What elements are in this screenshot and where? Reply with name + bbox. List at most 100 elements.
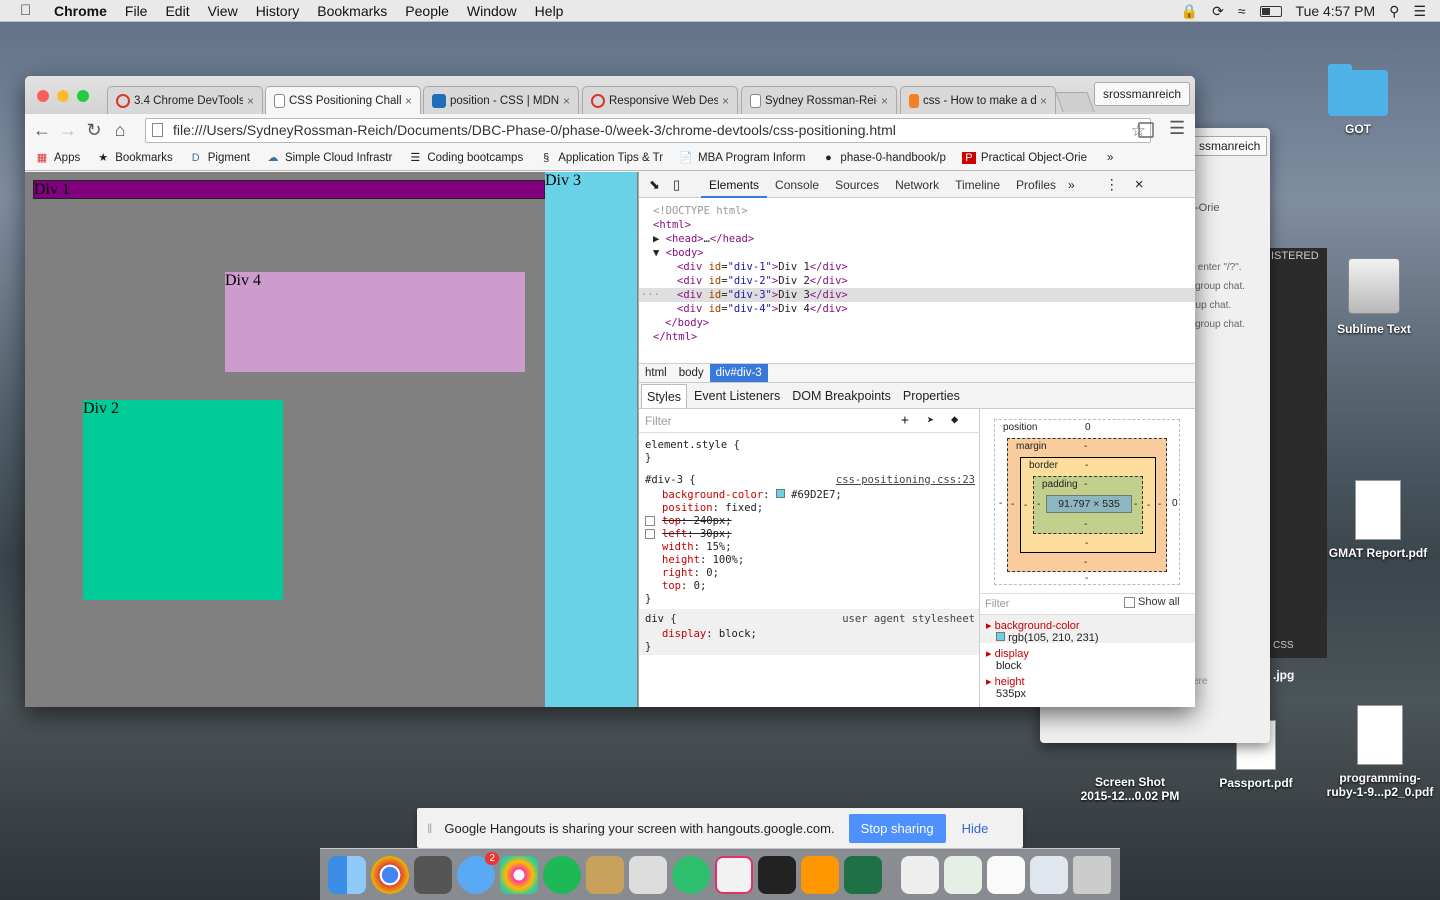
devtools-tab-elements[interactable]: Elements: [701, 172, 768, 198]
tab-dom-breakpoints[interactable]: DOM Breakpoints: [787, 384, 896, 408]
terminal-icon[interactable]: [758, 855, 796, 894]
clock[interactable]: Tue 4:57 PM: [1296, 3, 1376, 19]
box-model-padding[interactable]: padding - - - - 91.797 × 535: [1033, 476, 1143, 534]
devtools-tab-timeline[interactable]: Timeline: [947, 172, 1008, 198]
element-style-rule[interactable]: element.style {: [645, 439, 740, 452]
new-tab-button[interactable]: [1055, 92, 1095, 112]
close-window-button[interactable]: [37, 90, 49, 102]
decl-background-color[interactable]: background-color: #69D2E7;: [662, 489, 842, 502]
inspect-icon[interactable]: ⬊: [649, 177, 665, 193]
home-icon[interactable]: ⌂: [107, 120, 133, 141]
crumb-body[interactable]: body: [673, 364, 710, 382]
close-tab-icon[interactable]: ×: [1040, 94, 1047, 108]
close-tab-icon[interactable]: ×: [405, 94, 412, 108]
stop-sharing-button[interactable]: Stop sharing: [848, 813, 946, 843]
trash-icon[interactable]: [1073, 855, 1111, 894]
menu-window[interactable]: Window: [467, 3, 517, 19]
scrivener-icon[interactable]: [414, 855, 452, 894]
menu-edit[interactable]: Edit: [165, 3, 189, 19]
minimize-window-button[interactable]: [57, 90, 69, 102]
hide-button[interactable]: Hide: [962, 821, 989, 836]
close-tab-icon[interactable]: ×: [563, 94, 570, 108]
menu-file[interactable]: File: [125, 3, 148, 19]
add-rule-icon[interactable]: +: [901, 413, 909, 428]
tab-sydney[interactable]: Sydney Rossman-Reich ×: [741, 86, 897, 114]
tab-styles[interactable]: Styles: [641, 383, 688, 408]
dom-div-4[interactable]: <div id="div-4">Div 4</div>: [639, 302, 1195, 316]
tab-stackoverflow[interactable]: css - How to make a div ×: [900, 86, 1056, 114]
cast-icon[interactable]: [1138, 122, 1154, 138]
excel-icon[interactable]: [844, 855, 882, 894]
reload-icon[interactable]: ↻: [81, 120, 107, 141]
drag-handle-icon[interactable]: ‖: [427, 821, 432, 836]
crumb-div-3[interactable]: div#div-3: [709, 364, 768, 382]
dom-html-close[interactable]: </html>: [639, 330, 1195, 344]
atom-icon[interactable]: [672, 855, 710, 894]
color-swatch-icon[interactable]: [775, 489, 785, 498]
devtools-tab-profiles[interactable]: Profiles: [1008, 172, 1064, 198]
back-icon[interactable]: ←: [29, 120, 55, 141]
menu-people[interactable]: People: [405, 3, 449, 19]
bookmark-bookmarks[interactable]: ★ Bookmarks: [96, 152, 172, 164]
dom-body-close[interactable]: </body>: [639, 316, 1195, 330]
rule-selector[interactable]: #div-3 {: [645, 474, 696, 487]
dom-head[interactable]: ▶ <head>…</head>: [639, 232, 1195, 246]
bookmark-phase-0[interactable]: ● phase-0-handbook/p: [821, 152, 946, 164]
color-format-icon[interactable]: ◆: [951, 412, 958, 426]
desktop-folder-got[interactable]: GOT: [1303, 64, 1413, 136]
computed-prop[interactable]: ▸ height: [986, 675, 1025, 688]
downloads-icon[interactable]: [1030, 855, 1068, 894]
zoom-window-button[interactable]: [77, 90, 89, 102]
dom-div-1[interactable]: <div id="div-1">Div 1</div>: [639, 260, 1195, 274]
lock-icon[interactable]: 🔒: [1181, 3, 1198, 20]
slides-icon[interactable]: [715, 855, 753, 894]
wifi-icon[interactable]: ≈: [1238, 3, 1246, 19]
apple-icon[interactable]: : [20, 2, 38, 19]
device-icon[interactable]: ▯: [673, 177, 689, 193]
toggle-decl-checkbox[interactable]: [645, 529, 655, 539]
desktop-screenshot[interactable]: Screen Shot 2015-12...0.02 PM: [1075, 775, 1185, 803]
bookmark-mba[interactable]: 📄 MBA Program Inform: [679, 152, 805, 164]
menu-icon[interactable]: ☰: [1169, 118, 1185, 139]
decl-height[interactable]: height: 100%;: [662, 554, 744, 567]
screenshot-thumb-icon[interactable]: [987, 855, 1025, 894]
document-thumb-icon[interactable]: [901, 855, 939, 894]
box-model-margin[interactable]: margin - - - - border - - - - padding -: [1007, 438, 1167, 572]
tab-properties[interactable]: Properties: [898, 384, 965, 408]
menu-help[interactable]: Help: [535, 3, 564, 19]
spreadsheet-thumb-icon[interactable]: [944, 855, 982, 894]
desktop-sublime-text[interactable]: Sublime Text: [1319, 258, 1429, 336]
pin-icon[interactable]: ➤: [927, 413, 934, 427]
tab-css-positioning[interactable]: CSS Positioning Challenge ×: [265, 86, 421, 115]
menu-view[interactable]: View: [208, 3, 238, 19]
menu-app-chrome[interactable]: Chrome: [54, 3, 107, 19]
close-devtools-icon[interactable]: ×: [1135, 176, 1144, 193]
bookmark-coding-bootcamps[interactable]: ☰ Coding bootcamps: [408, 152, 523, 164]
sublime-icon[interactable]: [801, 855, 839, 894]
address-bar[interactable]: file:///Users/SydneyRossman-Reich/Docume…: [145, 118, 1151, 143]
dom-div-2[interactable]: <div id="div-2">Div 2</div>: [639, 274, 1195, 288]
decl-position[interactable]: position: fixed;: [662, 502, 763, 515]
chat-input[interactable]: ere: [1193, 676, 1207, 687]
close-tab-icon[interactable]: ×: [247, 94, 254, 108]
bookmark-apps[interactable]: ▦ Apps: [35, 152, 80, 164]
devtools-tab-console[interactable]: Console: [767, 172, 827, 198]
computed-prop[interactable]: ▸ display: [986, 647, 1029, 660]
tab-position-mdn[interactable]: position - CSS | MDN ×: [423, 86, 579, 114]
messages-icon[interactable]: 2: [457, 851, 499, 894]
menu-bookmarks[interactable]: Bookmarks: [317, 3, 387, 19]
desktop-gmat-pdf[interactable]: GMAT Report.pdf: [1323, 480, 1433, 560]
forward-icon[interactable]: →: [55, 120, 81, 141]
pencil-icon[interactable]: [586, 855, 624, 894]
tab-responsive-web[interactable]: Responsive Web Design ×: [582, 86, 738, 114]
decl-top[interactable]: top: 0;: [662, 580, 706, 593]
photos-icon[interactable]: [500, 855, 538, 894]
sublime-window[interactable]: ISTERED CSS: [1265, 248, 1327, 658]
more-bookmarks-icon[interactable]: »: [1107, 152, 1113, 164]
chrome-icon[interactable]: [371, 855, 409, 894]
sync-icon[interactable]: ⟳: [1212, 3, 1224, 20]
profile-button[interactable]: srossmanreich: [1093, 82, 1190, 106]
dom-body[interactable]: ▼ <body>: [639, 246, 1195, 260]
decl-right[interactable]: right: 0;: [662, 567, 719, 580]
dom-doctype[interactable]: <!DOCTYPE html>: [639, 204, 1195, 218]
